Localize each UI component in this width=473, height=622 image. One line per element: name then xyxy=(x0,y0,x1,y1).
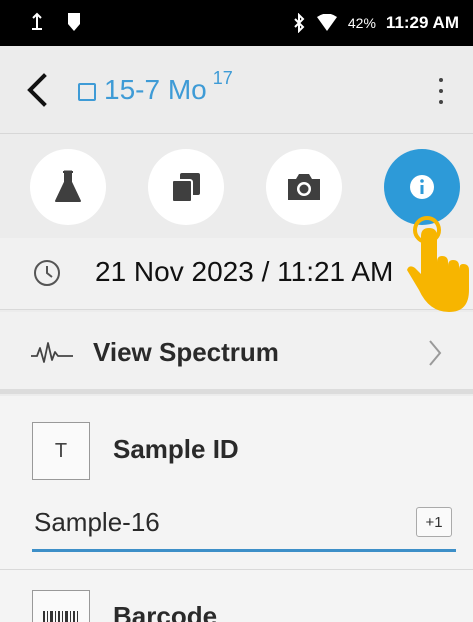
app-bar: 15-7 Mo 17 xyxy=(0,46,473,134)
action-row xyxy=(0,135,473,235)
barcode-label: Barcode xyxy=(113,601,218,622)
status-bar: 42% 11:29 AM xyxy=(0,0,473,46)
copy-icon xyxy=(171,173,200,203)
barcode-icon xyxy=(32,590,90,622)
view-spectrum-row[interactable]: View Spectrum xyxy=(0,312,473,394)
view-spectrum-label: View Spectrum xyxy=(93,337,279,367)
clock-time: 11:29 AM xyxy=(385,13,459,32)
clock-icon xyxy=(34,260,60,286)
sample-id-input[interactable] xyxy=(32,496,456,552)
shield-icon xyxy=(68,13,80,31)
spectrum-icon xyxy=(31,342,73,363)
sample-id-label: Sample ID xyxy=(113,434,239,464)
divider xyxy=(0,569,473,570)
wifi-icon xyxy=(316,14,337,31)
flask-icon xyxy=(55,170,81,202)
more-vertical-icon[interactable] xyxy=(437,78,445,104)
timestamp-text: 21 Nov 2023 / 11:21 AM xyxy=(95,256,394,287)
sample-section: T Sample ID +1 Barcode xyxy=(0,396,473,622)
page-title-text: 15-7 Mo xyxy=(104,74,207,105)
timestamp-row: 21 Nov 2023 / 11:21 AM xyxy=(0,238,473,310)
page-title: 15-7 Mo 17 xyxy=(78,68,233,106)
usb-icon xyxy=(32,12,42,30)
chevron-right-icon xyxy=(429,340,442,366)
camera-icon xyxy=(288,174,320,200)
camera-button[interactable] xyxy=(266,149,342,225)
tap-pointer-icon xyxy=(407,216,469,312)
bluetooth-icon xyxy=(294,13,305,33)
back-arrow-icon[interactable] xyxy=(22,70,52,110)
text-type-icon: T xyxy=(32,422,90,480)
square-icon xyxy=(78,83,96,101)
flask-button[interactable] xyxy=(30,149,106,225)
increment-button[interactable]: +1 xyxy=(416,507,452,537)
copy-button[interactable] xyxy=(148,149,224,225)
title-superscript: 17 xyxy=(212,67,233,88)
info-icon xyxy=(410,175,434,199)
battery-percent: 42% xyxy=(347,15,376,31)
